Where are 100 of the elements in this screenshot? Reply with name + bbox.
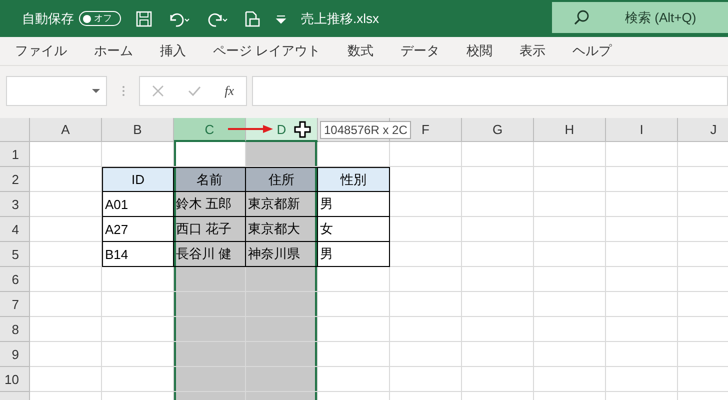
grid-cell[interactable]	[390, 192, 462, 217]
formula-input[interactable]	[252, 76, 728, 106]
row-header[interactable]: 5	[0, 242, 30, 267]
grid-cell[interactable]	[30, 192, 102, 217]
grid-cell[interactable]	[534, 242, 606, 267]
row-header[interactable]: 2	[0, 167, 30, 192]
grid-cell[interactable]	[462, 317, 534, 342]
grid-cell[interactable]	[606, 142, 678, 167]
grid-cell[interactable]	[318, 292, 390, 317]
grid-cell[interactable]	[462, 242, 534, 267]
grid-cell[interactable]	[606, 292, 678, 317]
customize-icon[interactable]	[275, 12, 287, 24]
grid-cell[interactable]	[318, 267, 390, 292]
row-header[interactable]	[0, 392, 30, 400]
grid-cell[interactable]	[246, 342, 318, 367]
grid-cell[interactable]	[606, 317, 678, 342]
grid-cell[interactable]	[606, 167, 678, 192]
grid-cell[interactable]	[246, 392, 318, 400]
ribbon-tab[interactable]: データ	[400, 42, 440, 60]
grid-cell[interactable]	[246, 267, 318, 292]
row-header[interactable]: 4	[0, 217, 30, 242]
grid-cell[interactable]	[534, 367, 606, 392]
row-header[interactable]: 10	[0, 367, 30, 392]
column-header[interactable]: H	[534, 118, 606, 142]
grid-cell[interactable]	[174, 392, 246, 400]
grid-cell[interactable]	[606, 242, 678, 267]
ribbon-tab[interactable]: ホーム	[94, 42, 133, 60]
grid-cell[interactable]	[606, 267, 678, 292]
row-header[interactable]: 8	[0, 317, 30, 342]
grid-cell[interactable]	[534, 267, 606, 292]
column-header[interactable]: A	[30, 118, 102, 142]
ribbon-tab[interactable]: ファイル	[15, 42, 67, 60]
column-header[interactable]: B	[102, 118, 174, 142]
grid-cell[interactable]	[534, 167, 606, 192]
column-header[interactable]: C	[174, 118, 246, 142]
row-header[interactable]: 3	[0, 192, 30, 217]
grid-cell[interactable]	[390, 292, 462, 317]
insert-function-button[interactable]: fx	[224, 83, 234, 99]
grid-cell[interactable]	[462, 192, 534, 217]
select-all-corner[interactable]	[0, 118, 30, 142]
grid-cell[interactable]	[174, 267, 246, 292]
grid-cell[interactable]	[462, 267, 534, 292]
grid-cell[interactable]	[318, 317, 390, 342]
save-icon[interactable]	[135, 10, 153, 28]
grid-cell[interactable]	[174, 367, 246, 392]
grid-cell[interactable]	[246, 367, 318, 392]
grid-cell[interactable]	[246, 142, 318, 167]
grid-cell[interactable]	[174, 342, 246, 367]
grid-cell[interactable]	[30, 217, 102, 242]
file-name[interactable]: 売上推移.xlsx	[301, 10, 379, 28]
grid-cell[interactable]	[30, 242, 102, 267]
autosave-toggle[interactable]: オフ	[79, 11, 121, 26]
row-header[interactable]: 7	[0, 292, 30, 317]
ribbon-tab[interactable]: 挿入	[160, 42, 186, 60]
ribbon-tab[interactable]: 表示	[520, 42, 546, 60]
grid-cell[interactable]	[390, 267, 462, 292]
grid-cell[interactable]	[318, 342, 390, 367]
grid-cell[interactable]	[30, 142, 102, 167]
column-header[interactable]: G	[462, 118, 534, 142]
grid-cell[interactable]	[246, 317, 318, 342]
grid-cell[interactable]	[174, 292, 246, 317]
grid-cell[interactable]	[30, 317, 102, 342]
grid-cell[interactable]	[534, 342, 606, 367]
grid-cell[interactable]	[606, 192, 678, 217]
cancel-icon[interactable]	[152, 85, 164, 97]
grid-cell[interactable]	[606, 217, 678, 242]
grid-cell[interactable]	[534, 317, 606, 342]
grid-cell[interactable]	[30, 342, 102, 367]
grid-cell[interactable]	[534, 142, 606, 167]
grid-cell[interactable]	[606, 367, 678, 392]
grid-cell[interactable]	[390, 367, 462, 392]
grid-cell[interactable]	[30, 292, 102, 317]
grid-cell[interactable]	[390, 217, 462, 242]
row-header[interactable]: 6	[0, 267, 30, 292]
grid-cell[interactable]	[462, 367, 534, 392]
row-header[interactable]: 1	[0, 142, 30, 167]
grid-cell[interactable]	[30, 367, 102, 392]
grid-cell[interactable]	[534, 292, 606, 317]
ribbon-tab[interactable]: ページ レイアウト	[213, 42, 321, 60]
row-header[interactable]: 9	[0, 342, 30, 367]
grid-cell[interactable]	[462, 342, 534, 367]
ribbon-tab[interactable]: 校閲	[466, 42, 493, 60]
grid-cell[interactable]	[462, 142, 534, 167]
grid-cell[interactable]	[462, 217, 534, 242]
column-header[interactable]: I	[606, 118, 678, 142]
grid-cell[interactable]	[174, 317, 246, 342]
grid-cell[interactable]	[390, 317, 462, 342]
ribbon-tab[interactable]: 数式	[348, 42, 374, 60]
grid-cell[interactable]	[318, 367, 390, 392]
grid-cell[interactable]	[390, 242, 462, 267]
name-box[interactable]	[6, 76, 107, 106]
ribbon-tab[interactable]: ヘルプ	[572, 42, 612, 60]
grid-cell[interactable]	[462, 167, 534, 192]
search-field[interactable]: 検索 (Alt+Q)	[552, 2, 728, 33]
grid-cell[interactable]	[390, 142, 462, 167]
grid-cell[interactable]	[390, 167, 462, 192]
grid-cell[interactable]	[534, 192, 606, 217]
grid-cell[interactable]	[534, 217, 606, 242]
grid-cell[interactable]	[30, 267, 102, 292]
print-icon[interactable]	[243, 10, 261, 28]
